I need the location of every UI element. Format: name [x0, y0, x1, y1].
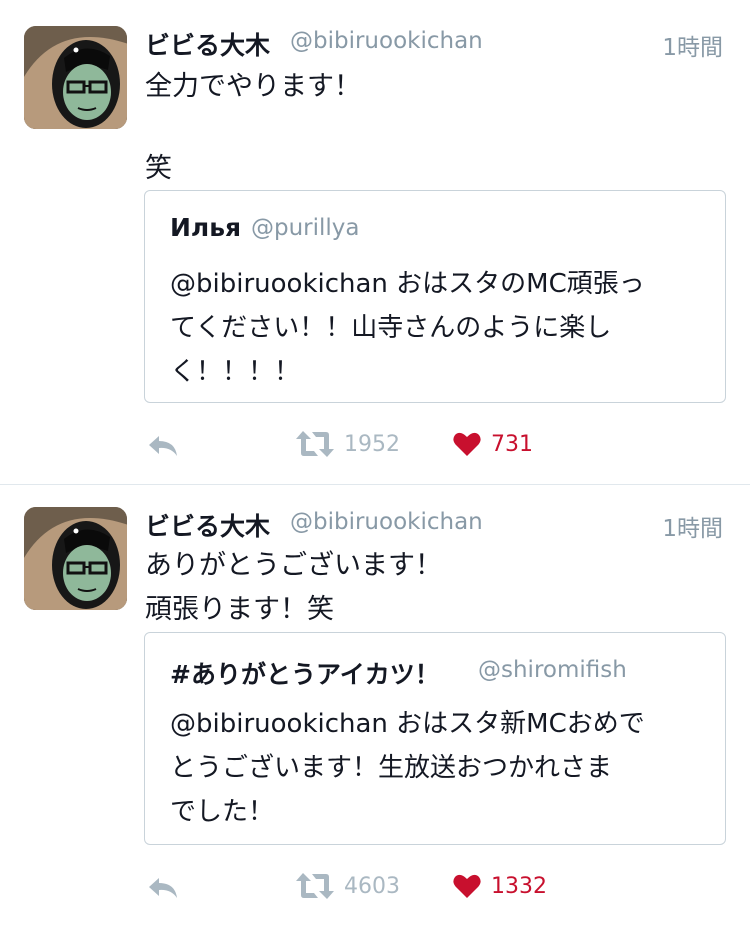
retweet-icon: [296, 873, 334, 899]
tweet[interactable]: ビビる大木 @bibiruookichan 1時間 全力でやります！ 笑 Иль…: [0, 0, 750, 484]
heart-icon: [453, 874, 481, 898]
tweet-text: ありがとうございます！: [145, 550, 442, 581]
like-count: 731: [491, 431, 533, 457]
retweet-count: 1952: [344, 431, 400, 457]
like-count: 1332: [491, 873, 547, 899]
quoted-text: てください！！山寺さんのように楽し: [170, 313, 612, 343]
tweet[interactable]: ビビる大木 @bibiruookichan 1時間 ありがとうございます！ 頑張…: [0, 484, 750, 929]
like-button[interactable]: 1332: [453, 873, 547, 899]
timestamp[interactable]: 1時間: [662, 509, 723, 543]
tweet-text: 全力でやります！: [145, 71, 361, 102]
retweet-button[interactable]: 4603: [296, 873, 400, 899]
reply-icon: [149, 436, 177, 456]
quoted-text: とうございます！生放送おつかれさま: [170, 753, 613, 783]
avatar[interactable]: [24, 26, 127, 129]
quoted-username: @shiromifish: [478, 657, 627, 683]
retweet-button[interactable]: 1952: [296, 431, 400, 457]
display-name[interactable]: ビビる大木: [145, 26, 270, 62]
retweet-count: 4603: [344, 873, 400, 899]
quoted-text: く！！！！: [170, 357, 301, 387]
heart-icon: [453, 432, 481, 456]
username[interactable]: @bibiruookichan: [290, 509, 483, 535]
display-name[interactable]: ビビる大木: [145, 507, 270, 543]
timestamp[interactable]: 1時間: [662, 28, 723, 62]
quoted-display-name: Илья: [170, 213, 242, 242]
reply-button[interactable]: [147, 876, 179, 900]
quoted-display-name: #ありがとうアイカツ！: [170, 660, 440, 689]
tweet-text: 笑: [145, 153, 172, 184]
quoted-text: @bibiruookichan おはスタ新MCおめで: [170, 709, 645, 739]
like-button[interactable]: 731: [453, 431, 533, 457]
quoted-text: @bibiruookichan おはスタのMC頑張っ: [170, 269, 645, 299]
quoted-text: でした！: [170, 797, 275, 827]
username[interactable]: @bibiruookichan: [290, 28, 483, 54]
quoted-tweet[interactable]: Илья @purillya @bibiruookichan おはスタのMC頑張…: [144, 190, 726, 403]
tweet-text: 頑張ります！笑: [145, 594, 334, 625]
reply-icon: [149, 878, 177, 898]
quoted-username: @purillya: [251, 215, 360, 241]
quoted-tweet[interactable]: #ありがとうアイカツ！ @shiromifish @bibiruookichan…: [144, 632, 726, 845]
avatar[interactable]: [24, 507, 127, 610]
retweet-icon: [296, 431, 334, 457]
reply-button[interactable]: [147, 434, 179, 458]
